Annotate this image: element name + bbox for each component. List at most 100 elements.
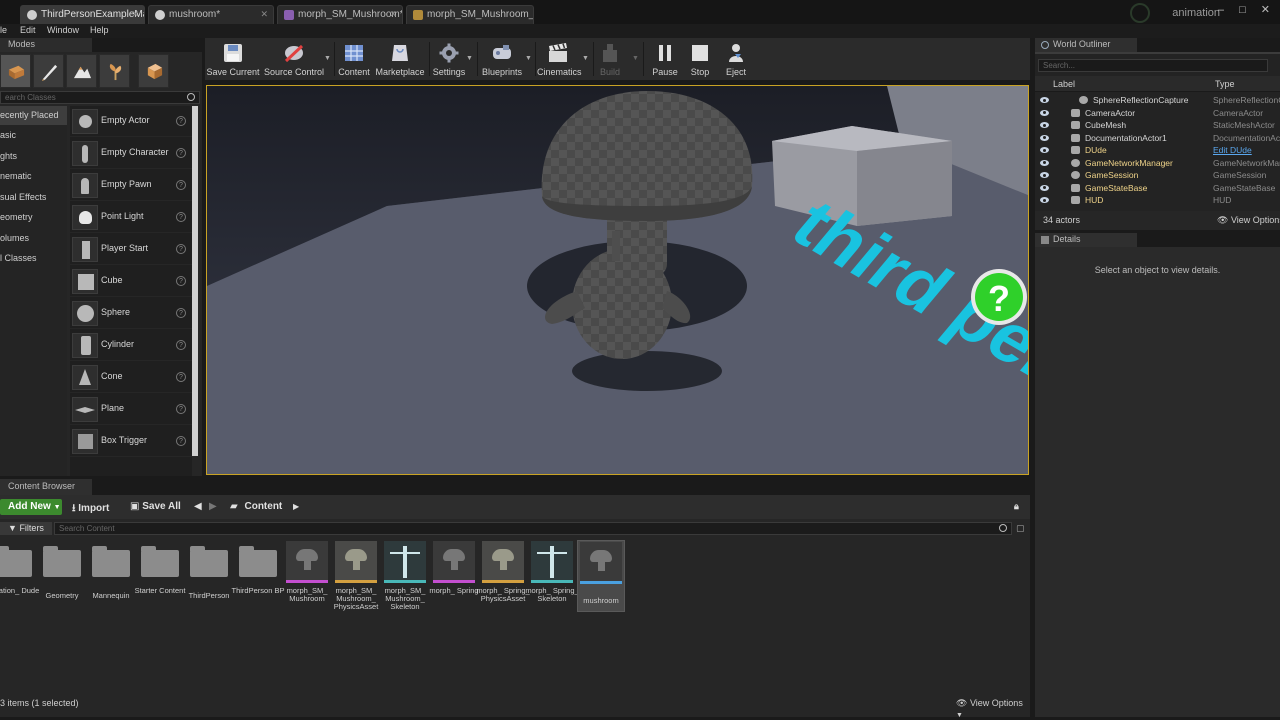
menu-edit[interactable]: Edit [20,25,36,35]
outliner-row[interactable]: GameNetworkManager GameNetworkMar [1035,157,1280,170]
cinematics-button[interactable]: Cinematics [537,38,582,80]
content-view-options-button[interactable]: 👁 View Options ▼ [956,698,1030,719]
category-recently-placed[interactable]: ecently Placed [0,106,67,125]
stop-button[interactable]: Stop [683,38,717,80]
place-item-sphere[interactable]: Sphere ? [70,298,192,329]
tab-mushroom[interactable]: mushroom* ✕ [148,5,274,24]
eye-icon[interactable] [1040,159,1049,166]
help-icon[interactable]: ? [176,340,186,350]
place-item-cylinder[interactable]: Cylinder ? [70,330,192,361]
asset-skeletal-mesh[interactable]: morph_ Spring [429,540,479,612]
outliner-row[interactable]: GameSession GameSession [1035,169,1280,182]
marketplace-button[interactable]: Marketplace [375,38,425,80]
geometry-mode-button[interactable] [138,54,169,88]
tab-thirdperson-map[interactable]: ThirdPersonExampleMap* ✕ [20,5,145,24]
help-icon[interactable]: ? [176,436,186,446]
place-item-empty-character[interactable]: Empty Character ? [70,138,192,169]
outliner-row[interactable]: DocumentationActor1 DocumentationAct [1035,132,1280,145]
content-button[interactable]: Content [336,38,372,80]
asset-folder[interactable]: ThirdPerson BP [232,540,284,612]
lock-icon[interactable]: 🔒︎ [1014,501,1019,512]
eye-icon[interactable] [1040,122,1049,128]
chevron-down-icon[interactable]: ▼ [466,55,473,62]
breadcrumb[interactable]: ▰ Content ▶ [230,501,299,512]
settings-button[interactable]: Settings [431,38,467,80]
place-item-plane[interactable]: Plane ? [70,394,192,425]
pause-button[interactable]: Pause [647,38,683,80]
place-item-empty-pawn[interactable]: Empty Pawn ? [70,170,192,201]
save-current-button[interactable]: Save Current [205,38,261,80]
help-icon[interactable]: ? [176,212,186,222]
tab-morph-sm-mushroom[interactable]: morph_SM_Mushroom* ✕ [277,5,403,24]
help-icon[interactable]: ? [176,244,186,254]
eye-icon[interactable] [1040,172,1049,178]
add-new-button[interactable]: Add New ▼ [0,499,62,515]
close-icon[interactable]: ✕ [260,9,268,20]
place-item-player-start[interactable]: Player Start ? [70,234,192,265]
outliner-search-input[interactable]: Search... [1038,59,1268,72]
menu-window[interactable]: Window [47,25,79,35]
asset-static-mesh-selected[interactable]: mushroom [577,540,625,612]
content-browser-tab[interactable]: Content Browser [0,479,92,495]
outliner-row[interactable]: CameraActor CameraActor [1035,107,1280,120]
save-all-button[interactable]: ▣ Save All [130,501,181,512]
help-icon[interactable]: ? [176,372,186,382]
outliner-row[interactable]: CubeMesh StaticMeshActor [1035,119,1280,132]
asset-folder[interactable]: ThirdPerson [186,540,232,612]
search-classes-input[interactable]: earch Classes [0,91,200,104]
help-icon[interactable]: ? [176,308,186,318]
modes-tab[interactable]: Modes [0,38,92,52]
close-icon[interactable]: ✕ [389,9,397,20]
asset-skeletal-mesh[interactable]: morph_SM_ Mushroom [284,540,330,612]
place-item-empty-actor[interactable]: Empty Actor ? [70,106,192,137]
outliner-row[interactable]: SphereReflectionCapture SphereReflection… [1035,94,1280,107]
source-control-button[interactable]: Source Control [263,38,325,80]
asset-physics-asset[interactable]: morph_SM_ Mushroom_ PhysicsAsset [333,540,379,612]
category-all-classes[interactable]: l Classes [0,249,67,268]
category-visual-effects[interactable]: sual Effects [0,188,67,207]
place-mode-button[interactable] [0,54,31,88]
asset-skeleton[interactable]: morph_SM_ Mushroom_ Skeleton [382,540,428,612]
column-label[interactable]: Label [1053,79,1075,89]
filters-button[interactable]: ▼ Filters [0,522,52,535]
asset-skeleton[interactable]: morph_ Spring_ Skeleton [525,540,579,612]
blueprints-button[interactable]: Blueprints [479,38,525,80]
eye-icon[interactable] [1040,134,1049,141]
chevron-down-icon[interactable]: ▼ [525,55,532,62]
help-icon[interactable]: ? [176,116,186,126]
view-options-button[interactable]: 👁 View Options [1217,215,1280,226]
world-outliner-tab[interactable]: World Outliner [1035,38,1137,52]
tab-morph-physics[interactable]: morph_SM_Mushroom_Ph [406,5,534,24]
save-search-icon[interactable]: ▢ [1016,523,1025,534]
menu-file[interactable]: le [0,25,7,35]
column-type[interactable]: Type [1215,79,1235,89]
level-viewport[interactable]: third per ? [206,85,1029,475]
eye-icon[interactable] [1040,184,1049,191]
details-tab[interactable]: Details [1035,233,1137,247]
menu-help[interactable]: Help [90,25,109,35]
help-icon[interactable]: ? [176,404,186,414]
place-item-box-trigger[interactable]: Box Trigger ? [70,426,192,457]
place-item-cube[interactable]: Cube ? [70,266,192,297]
eject-button[interactable]: Eject [719,38,753,80]
help-icon[interactable]: ? [176,180,186,190]
place-list-scrollbar[interactable] [192,106,198,456]
paint-mode-button[interactable] [33,54,64,88]
place-item-cone[interactable]: Cone ? [70,362,192,393]
category-basic[interactable]: asic [0,126,67,145]
chevron-down-icon[interactable]: ▼ [582,55,589,62]
place-item-point-light[interactable]: Point Light ? [70,202,192,233]
asset-folder[interactable]: nimation_ Dude [0,540,39,612]
asset-physics-asset[interactable]: morph_ Spring_ PhysicsAsset [476,540,530,612]
eye-icon[interactable] [1040,109,1049,116]
category-geometry[interactable]: eometry [0,208,67,227]
landscape-mode-button[interactable] [66,54,97,88]
foliage-mode-button[interactable] [99,54,130,88]
content-search-input[interactable]: Search Content [54,522,1012,535]
help-icon[interactable]: ? [176,276,186,286]
category-volumes[interactable]: olumes [0,229,67,248]
outliner-row[interactable]: DUde Edit DUde [1035,144,1280,157]
window-controls[interactable]: – □ ✕ [1218,3,1276,16]
outliner-row[interactable]: GameStateBase GameStateBase [1035,182,1280,195]
outliner-row[interactable]: HUD HUD [1035,194,1280,207]
